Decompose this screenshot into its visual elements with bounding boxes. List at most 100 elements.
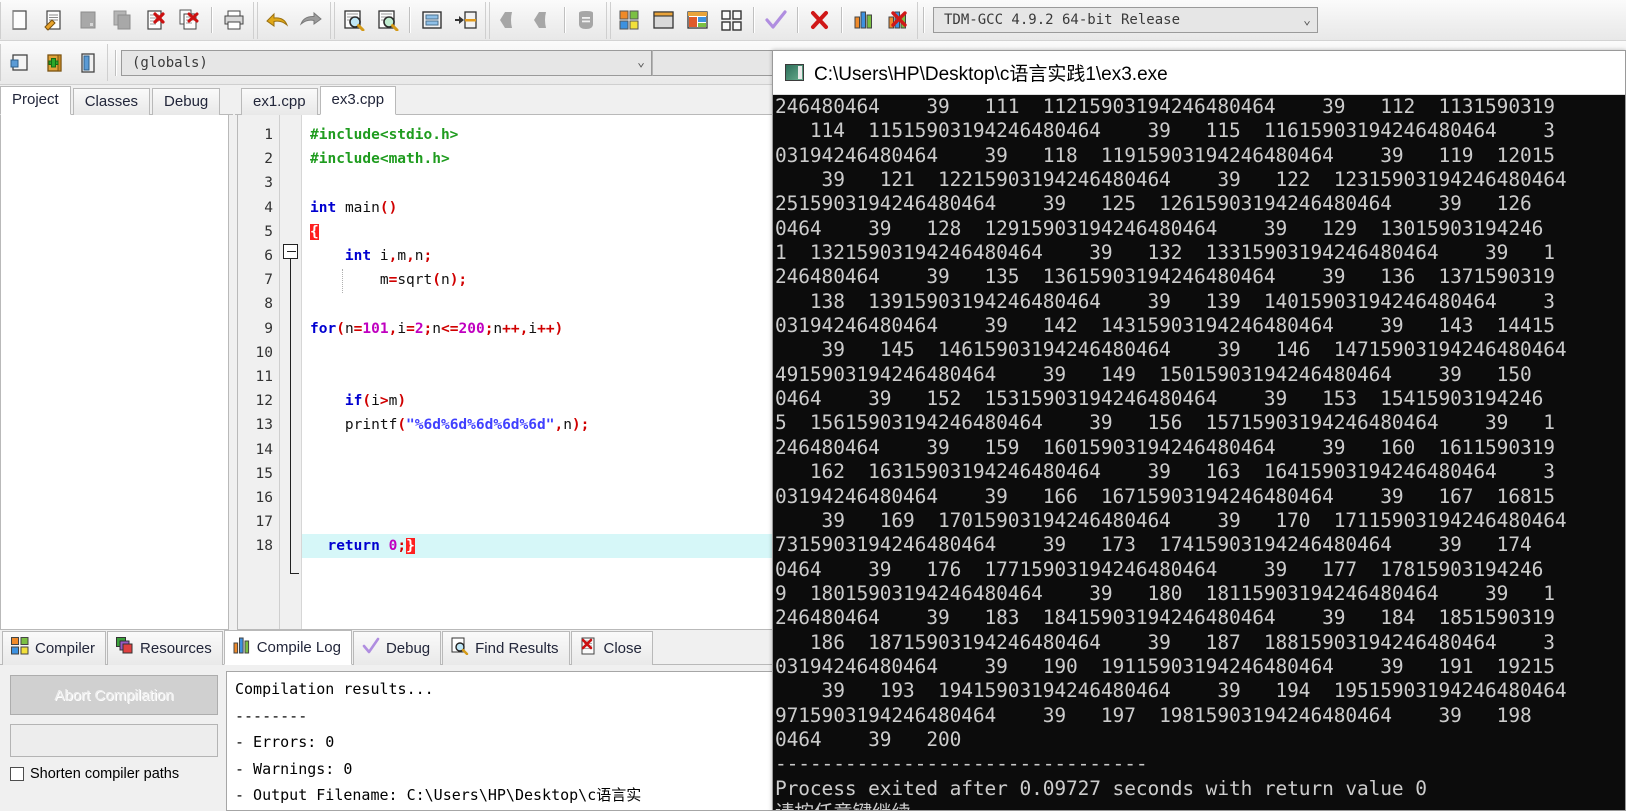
compile-controls: Abort Compilation Shorten compiler paths bbox=[4, 671, 226, 811]
rebuild-all-icon[interactable] bbox=[716, 4, 748, 36]
tab-ex3-cpp[interactable]: ex3.cpp bbox=[319, 86, 397, 115]
console-output[interactable]: 246480464 39 111 11215903194246480464 39… bbox=[773, 95, 1625, 810]
tab-compiler[interactable]: Compiler bbox=[2, 631, 107, 665]
toolbar-separator bbox=[115, 49, 117, 76]
toolbar-separator bbox=[211, 7, 213, 33]
toolbar-separator bbox=[797, 7, 799, 33]
tab-debug-bottom[interactable]: Debug bbox=[352, 631, 442, 665]
console-line: 138 13915903194246480464 39 139 14015903… bbox=[775, 289, 1555, 313]
shorten-compiler-paths-checkbox[interactable] bbox=[10, 767, 24, 781]
delete-profile-icon[interactable] bbox=[882, 4, 914, 36]
main-toolbar: TDM-GCC 4.9.2 64-bit Release ⌄ bbox=[0, 0, 1626, 41]
compiler-select-value: TDM-GCC 4.9.2 64-bit Release bbox=[944, 12, 1181, 28]
tab-close-panel[interactable]: Close bbox=[570, 631, 653, 665]
line-number: 5 bbox=[264, 223, 273, 240]
compile-progress-bar bbox=[10, 724, 218, 757]
console-line: 0464 39 176 17715903194246480464 39 177 … bbox=[775, 557, 1544, 581]
console-line: 186 18715903194246480464 39 187 18815903… bbox=[775, 630, 1555, 654]
chevron-down-icon: ⌄ bbox=[1303, 12, 1311, 28]
undo-icon[interactable] bbox=[261, 4, 293, 36]
tab-compile-log[interactable]: Compile Log bbox=[223, 630, 352, 665]
console-title-bar[interactable]: C:\Users\HP\Desktop\c语言实践1\ex3.exe bbox=[773, 51, 1625, 95]
compiler-select[interactable]: TDM-GCC 4.9.2 64-bit Release ⌄ bbox=[933, 7, 1318, 33]
goto-line-icon[interactable] bbox=[416, 4, 448, 36]
toolbar-group-file bbox=[0, 1, 254, 39]
console-line: 03194246480464 39 166 167159031942464804… bbox=[775, 484, 1555, 508]
console-line: 246480464 39 111 11215903194246480464 39… bbox=[775, 95, 1555, 118]
open-file-icon[interactable] bbox=[38, 4, 70, 36]
console-line: 03194246480464 39 190 191159031942464804… bbox=[775, 654, 1555, 678]
run-icon[interactable] bbox=[648, 4, 680, 36]
line-number: 8 bbox=[264, 296, 273, 313]
line-number: 2 bbox=[264, 151, 273, 168]
tab-project[interactable]: Project bbox=[0, 86, 71, 115]
scope-select[interactable]: (globals) ⌄ bbox=[121, 49, 652, 76]
print-icon[interactable] bbox=[218, 4, 250, 36]
compile-and-run-icon[interactable] bbox=[682, 4, 714, 36]
stop-execution-icon[interactable] bbox=[804, 4, 836, 36]
toggle-breakpoint-icon[interactable] bbox=[571, 4, 603, 36]
tab-project-label: Project bbox=[12, 91, 59, 108]
line-number: 11 bbox=[255, 369, 273, 386]
tab-ex3-cpp-label: ex3.cpp bbox=[331, 91, 385, 108]
line-number: 18 bbox=[255, 538, 273, 555]
console-line: 5 15615903194246480464 39 156 1571590319… bbox=[775, 411, 1555, 435]
tab-ex1-cpp[interactable]: ex1.cpp bbox=[241, 88, 318, 115]
console-line: 2515903194246480464 39 125 1261590319424… bbox=[775, 192, 1532, 216]
console-window[interactable]: C:\Users\HP\Desktop\c语言实践1\ex3.exe 24648… bbox=[772, 50, 1626, 811]
project-options-icon[interactable] bbox=[72, 47, 104, 79]
new-project-icon[interactable] bbox=[4, 47, 36, 79]
console-line: 246480464 39 183 18415903194246480464 39… bbox=[775, 606, 1555, 630]
project-tree[interactable] bbox=[0, 115, 229, 630]
line-number: 6 bbox=[264, 248, 273, 265]
line-number: 10 bbox=[255, 344, 273, 361]
chevron-down-icon: ⌄ bbox=[637, 55, 645, 70]
save-all-icon[interactable] bbox=[106, 4, 138, 36]
code-folding-gutter[interactable] bbox=[280, 115, 302, 629]
console-line: 03194246480464 39 142 143159031942464804… bbox=[775, 314, 1555, 338]
toolbar-separator bbox=[841, 7, 843, 33]
compile-icon[interactable] bbox=[614, 4, 646, 36]
console-line: 03194246480464 39 118 119159031942464804… bbox=[775, 143, 1555, 167]
console-line: 0464 39 200 bbox=[775, 727, 962, 751]
line-number: 4 bbox=[264, 199, 273, 216]
compile-log-icon bbox=[233, 636, 251, 658]
shorten-compiler-paths-label: Shorten compiler paths bbox=[30, 766, 180, 782]
line-number: 16 bbox=[255, 490, 273, 507]
tab-debug[interactable]: Debug bbox=[152, 88, 221, 115]
tab-ex1-cpp-label: ex1.cpp bbox=[253, 93, 306, 110]
profile-icon[interactable] bbox=[848, 4, 880, 36]
save-file-icon[interactable] bbox=[72, 4, 104, 36]
abort-compilation-label: Abort Compilation bbox=[54, 686, 174, 704]
tab-close-panel-label: Close bbox=[603, 639, 642, 657]
close-file-icon[interactable] bbox=[140, 4, 172, 36]
line-number-gutter: 1 2 3 4 5 6 7 8 9 10 11 12 13 14 15 16 1… bbox=[238, 115, 280, 629]
fold-collapse-icon[interactable] bbox=[283, 244, 298, 259]
add-to-project-icon[interactable] bbox=[38, 47, 70, 79]
compiler-icon bbox=[11, 637, 29, 659]
new-file-icon[interactable] bbox=[4, 4, 36, 36]
console-line: 114 11515903194246480464 39 115 11615903… bbox=[775, 119, 1555, 143]
tab-classes[interactable]: Classes bbox=[72, 88, 151, 115]
line-number: 7 bbox=[264, 272, 273, 289]
forward-nav-icon[interactable] bbox=[527, 4, 559, 36]
tab-find-results[interactable]: Find Results bbox=[442, 631, 570, 665]
console-separator-line: -------------------------------- bbox=[775, 752, 1148, 776]
project-panel-tabs: Project Classes Debug bbox=[0, 85, 233, 115]
console-press-any-key: 请按任意键继续 bbox=[775, 801, 1625, 810]
console-line: 0464 39 128 12915903194246480464 39 129 … bbox=[775, 216, 1544, 240]
console-line: 1 13215903194246480464 39 132 1331590319… bbox=[775, 241, 1555, 265]
redo-icon[interactable] bbox=[295, 4, 327, 36]
close-all-icon[interactable] bbox=[174, 4, 206, 36]
tab-resources[interactable]: Resources bbox=[107, 631, 223, 665]
abort-compilation-button[interactable]: Abort Compilation bbox=[10, 675, 218, 715]
back-nav-icon[interactable] bbox=[493, 4, 525, 36]
shorten-compiler-paths-row[interactable]: Shorten compiler paths bbox=[10, 766, 220, 782]
find-icon[interactable] bbox=[338, 4, 370, 36]
console-line: 0464 39 152 15315903194246480464 39 153 … bbox=[775, 387, 1544, 411]
goto-function-icon[interactable] bbox=[450, 4, 482, 36]
replace-icon[interactable] bbox=[372, 4, 404, 36]
console-line: 4915903194246480464 39 149 1501590319424… bbox=[775, 362, 1532, 386]
syntax-check-icon[interactable] bbox=[760, 4, 792, 36]
console-exit-message: Process exited after 0.09727 seconds wit… bbox=[775, 776, 1427, 800]
